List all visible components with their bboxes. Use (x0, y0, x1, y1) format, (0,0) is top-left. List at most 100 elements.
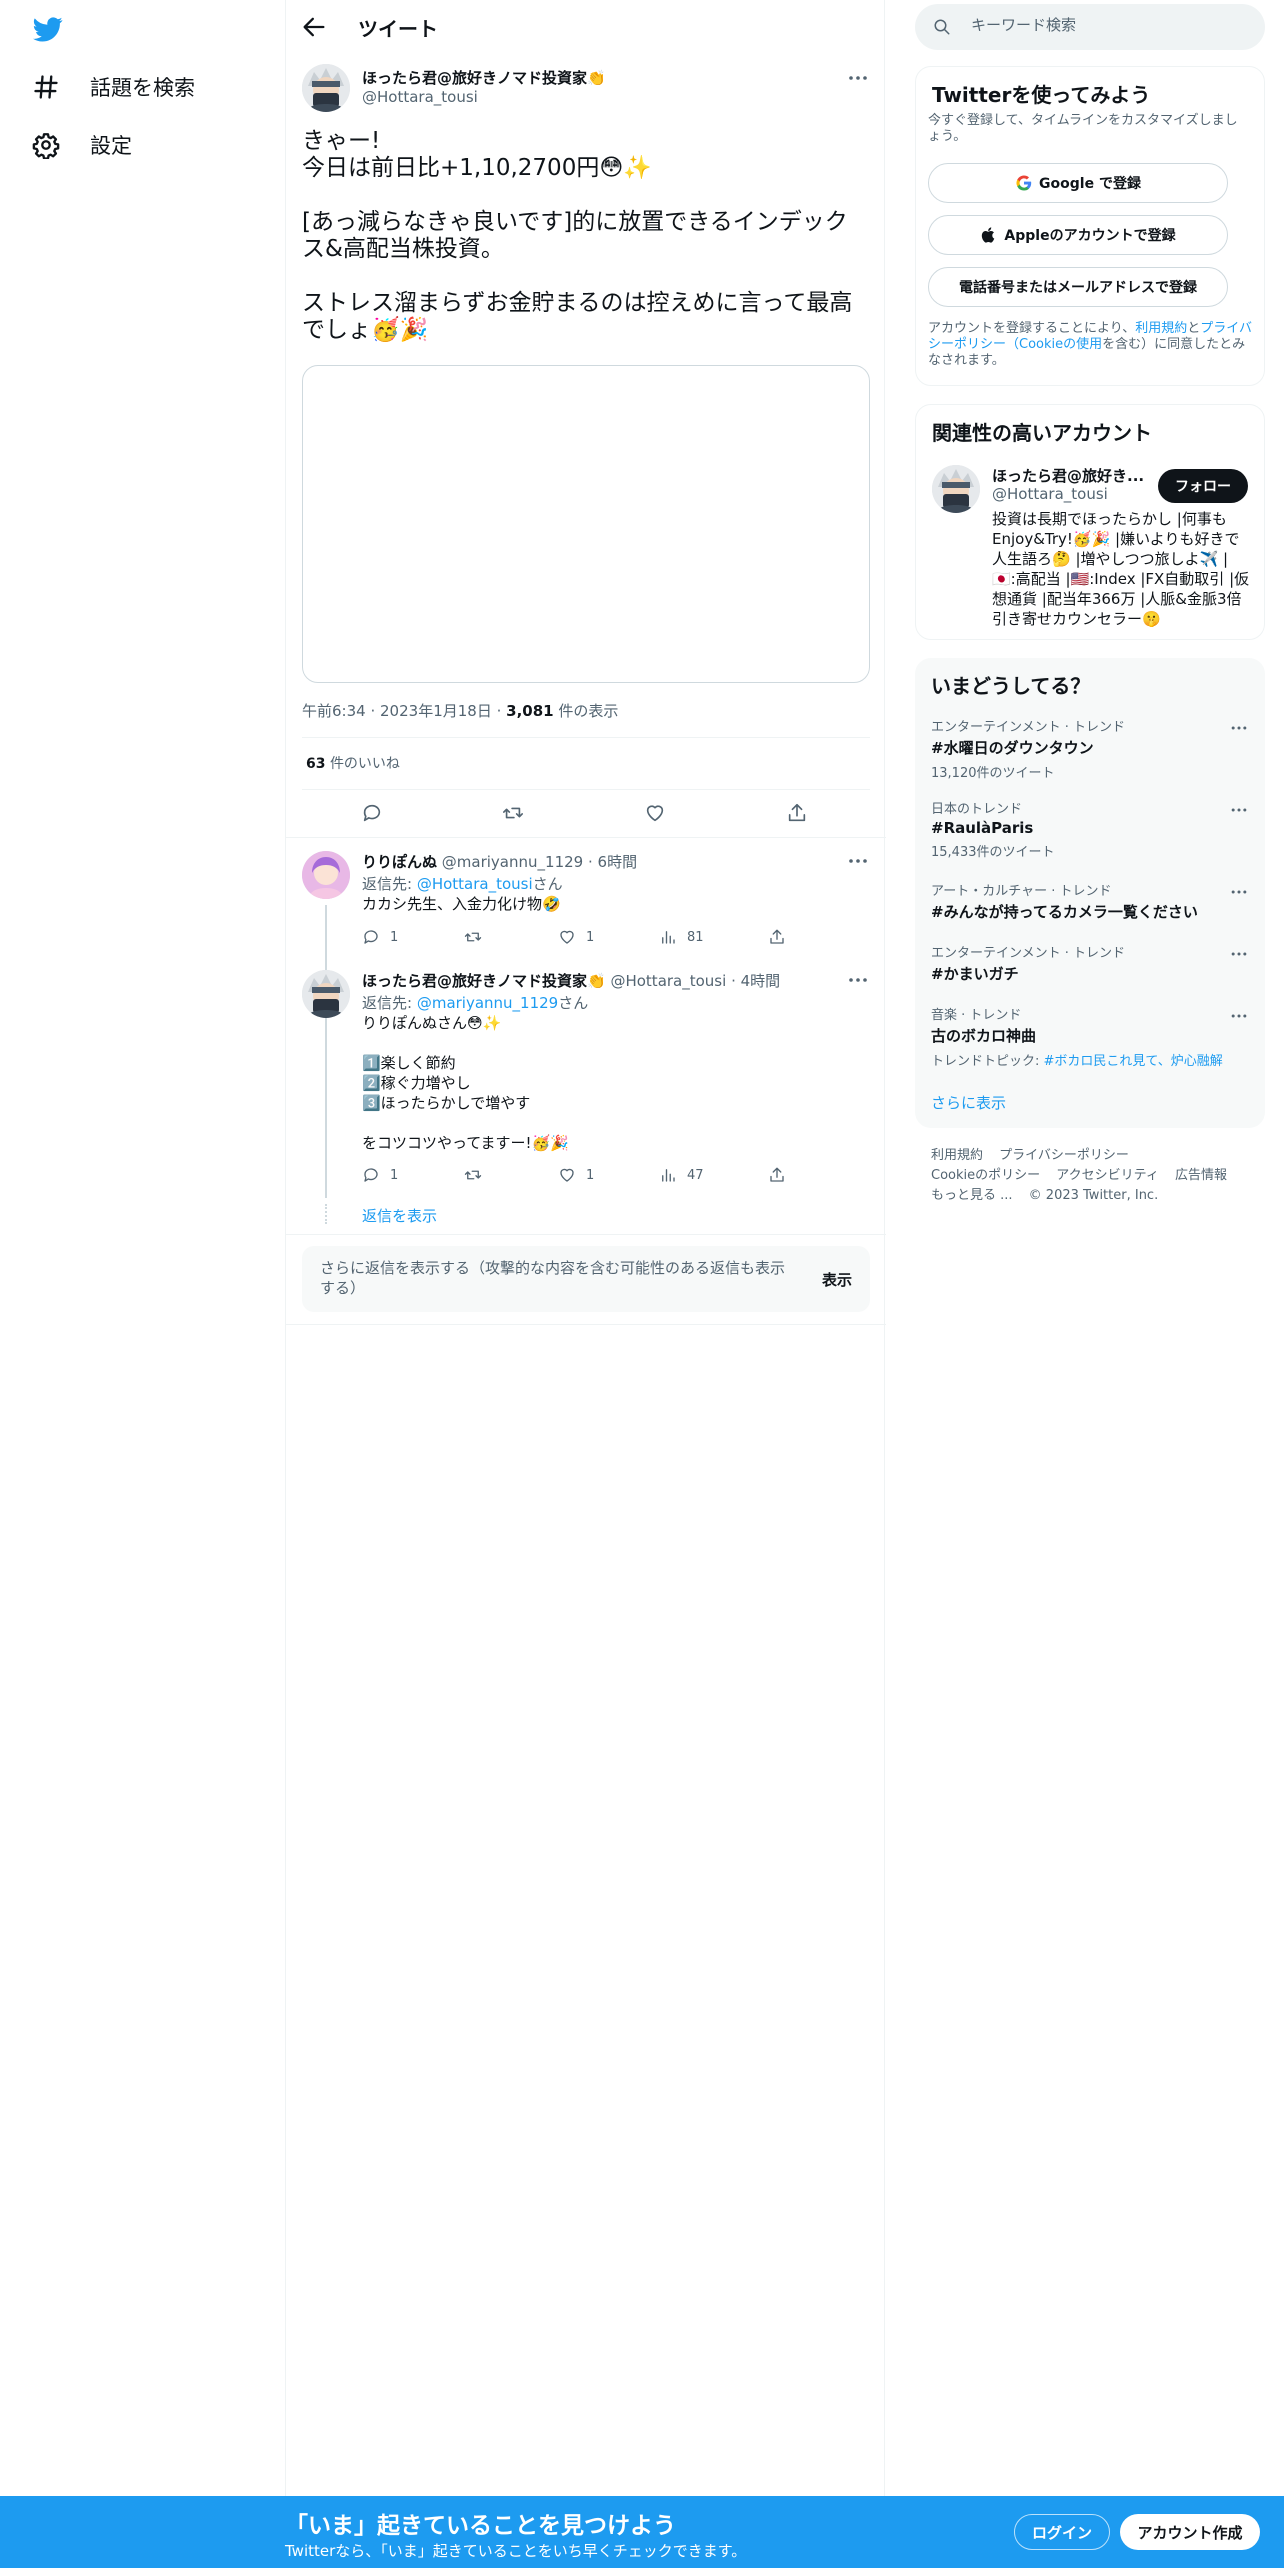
nav-label-explore: 話題を検索 (90, 76, 195, 100)
footer-link-terms[interactable]: 利用規約 (931, 1148, 983, 1163)
reply-author-handle[interactable]: @mariyannu_1129 (442, 853, 583, 871)
reply-button[interactable]: 1 (362, 928, 398, 946)
signup-card-subtitle: 今すぐ登録して、タイムラインをカスタマイズしましょう。 (928, 113, 1238, 144)
retweet-button[interactable] (464, 1166, 482, 1184)
avatar[interactable] (302, 970, 350, 1018)
tweet-author-handle[interactable]: @Hottara_tousi (362, 88, 478, 106)
trend-name: #みんなが持ってるカメラ一覧ください (931, 903, 1198, 921)
tweet-media[interactable] (302, 365, 870, 683)
show-more-replies-button[interactable]: 表示 (822, 1269, 852, 1290)
phone-email-signup-button[interactable]: 電話番号またはメールアドレスで登録 (928, 267, 1228, 307)
trends-card: いまどうしてる？ エンターテインメント · トレンド #水曜日のダウンタウン 1… (915, 658, 1265, 1128)
more-dots-icon[interactable] (846, 66, 870, 90)
nav-item-settings[interactable]: 設定 (32, 123, 132, 167)
trend-item[interactable]: 音楽 · トレンド 古のボカロ神曲 トレンドトピック: #ボカロ民これ見て、炉心… (931, 1004, 1249, 1069)
hash-icon (32, 73, 60, 101)
likes-label: 件のいいね (329, 756, 400, 772)
nav-item-explore[interactable]: 話題を検索 (32, 65, 195, 109)
trend-category: エンターテインメント · トレンド (931, 946, 1126, 961)
tweet-time[interactable]: 午前6:34 (302, 702, 366, 720)
replying-to: 返信先: @Hottara_tousiさん (362, 873, 563, 894)
reply-count: 1 (390, 1167, 399, 1183)
nav-label-settings: 設定 (90, 134, 132, 158)
more-dots-icon[interactable] (1229, 718, 1249, 738)
trend-name: #かまいガチ (931, 965, 1019, 983)
reply-author-name[interactable]: ほったら君@旅好きノマド投資家👏 (362, 972, 606, 990)
thread-line (325, 905, 327, 1198)
heart-icon (560, 930, 574, 944)
tweet-meta: 午前6:34 · 2023年1月18日 · 3,081 件の表示 (302, 700, 618, 721)
trend-name: #RaulàParis (931, 819, 1034, 837)
related-account-name[interactable]: ほったら君@旅好き... (992, 465, 1144, 486)
more-dots-icon[interactable] (1229, 1006, 1249, 1026)
more-dots-icon[interactable] (1229, 800, 1249, 820)
twitter-bird-icon[interactable] (30, 14, 66, 44)
retweet-button[interactable] (464, 928, 482, 946)
trend-count: 15,433件のツイート (931, 845, 1055, 860)
more-dots-icon[interactable] (846, 968, 870, 992)
show-more-replies[interactable]: さらに返信を表示する（攻撃的な内容を含む可能性のある返信も表示する） 表示 (302, 1246, 870, 1312)
like-button[interactable]: 1 (558, 1166, 594, 1184)
avatar[interactable] (302, 851, 350, 899)
view-count: 81 (687, 929, 704, 945)
replying-to-prefix: 返信先: (362, 994, 417, 1012)
view-count: 47 (687, 1167, 704, 1183)
share-button[interactable] (768, 928, 786, 946)
share-icon[interactable] (786, 802, 808, 824)
retweet-icon[interactable] (502, 802, 524, 824)
trend-item[interactable]: 日本のトレンド #RaulàParis 15,433件のツイート (931, 798, 1249, 860)
reply-author-name[interactable]: りりぽんぬ (362, 853, 437, 871)
apple-signup-button[interactable]: Appleのアカウントで登録 (928, 215, 1228, 255)
like-button[interactable]: 1 (558, 928, 594, 946)
more-dots-icon[interactable] (846, 849, 870, 873)
create-account-button[interactable]: アカウント作成 (1120, 2514, 1260, 2550)
tweet-author-name[interactable]: ほったら君@旅好きノマド投資家👏 (362, 67, 606, 88)
trend-category: エンターテインメント · トレンド (931, 720, 1126, 735)
replying-to-link[interactable]: @Hottara_tousi (417, 875, 533, 893)
trend-count: 13,120件のツイート (931, 766, 1055, 781)
google-signup-button[interactable]: Google で登録 (928, 163, 1228, 203)
reply-icon[interactable] (361, 802, 383, 824)
related-account-handle[interactable]: @Hottara_tousi (992, 485, 1108, 503)
footer-link-privacy[interactable]: プライバシーポリシー (999, 1148, 1129, 1163)
show-more-replies-text: さらに返信を表示する（攻撃的な内容を含む可能性のある返信も表示する） (320, 1259, 786, 1297)
footer-copyright: © 2023 Twitter, Inc. (1028, 1188, 1159, 1203)
trends-show-more-link[interactable]: さらに表示 (931, 1092, 1006, 1113)
more-dots-icon[interactable] (1229, 944, 1249, 964)
share-button[interactable] (768, 1166, 786, 1184)
tweet-date[interactable]: 2023年1月18日 (380, 702, 492, 720)
heart-icon[interactable] (644, 802, 666, 824)
footer-link-cookie[interactable]: Cookieのポリシー (931, 1168, 1040, 1183)
reply-time[interactable]: 6時間 (598, 853, 638, 871)
views-button[interactable]: 47 (659, 1166, 704, 1184)
reply-author-handle[interactable]: @Hottara_tousi (610, 972, 726, 990)
avatar[interactable] (932, 465, 980, 513)
show-thread-link[interactable]: 返信を表示 (362, 1205, 437, 1226)
trend-item[interactable]: エンターテインメント · トレンド #かまいガチ (931, 942, 1249, 984)
follow-button[interactable]: フォロー (1158, 469, 1248, 503)
login-button[interactable]: ログイン (1014, 2514, 1110, 2550)
views-button[interactable]: 81 (659, 928, 704, 946)
footer-link-more[interactable]: もっと見る ... (931, 1188, 1013, 1203)
reply-time[interactable]: 4時間 (741, 972, 781, 990)
avatar[interactable] (302, 64, 350, 112)
search-input[interactable] (971, 16, 1251, 34)
replying-to-link[interactable]: @mariyannu_1129 (417, 994, 558, 1012)
footer-link-ads[interactable]: 広告情報 (1175, 1168, 1227, 1183)
arrow-left-icon[interactable] (300, 13, 328, 41)
trend-topic-link[interactable]: #ボカロ民これ見て、炉心融解 (1044, 1054, 1223, 1069)
trend-item[interactable]: アート・カルチャー · トレンド #みんなが持ってるカメラ一覧ください (931, 880, 1249, 922)
trends-title: いまどうしてる？ (931, 674, 1091, 698)
more-dots-icon[interactable] (1229, 882, 1249, 902)
search-box[interactable] (915, 4, 1265, 50)
share-icon (770, 1167, 784, 1182)
signup-card-title: Twitterを使ってみよう (932, 83, 1151, 107)
terms-link[interactable]: 利用規約 (1135, 321, 1187, 336)
signup-card: Twitterを使ってみよう 今すぐ登録して、タイムラインをカスタマイズしましょ… (915, 66, 1265, 386)
footer-link-accessibility[interactable]: アクセシビリティ (1056, 1168, 1159, 1183)
trend-item[interactable]: エンターテインメント · トレンド #水曜日のダウンタウン 13,120件のツイ… (931, 716, 1249, 781)
search-icon (934, 19, 950, 35)
likes-summary[interactable]: 63 件のいいね (306, 753, 400, 773)
trend-category: 日本のトレンド (931, 802, 1023, 817)
reply-button[interactable]: 1 (362, 1166, 398, 1184)
